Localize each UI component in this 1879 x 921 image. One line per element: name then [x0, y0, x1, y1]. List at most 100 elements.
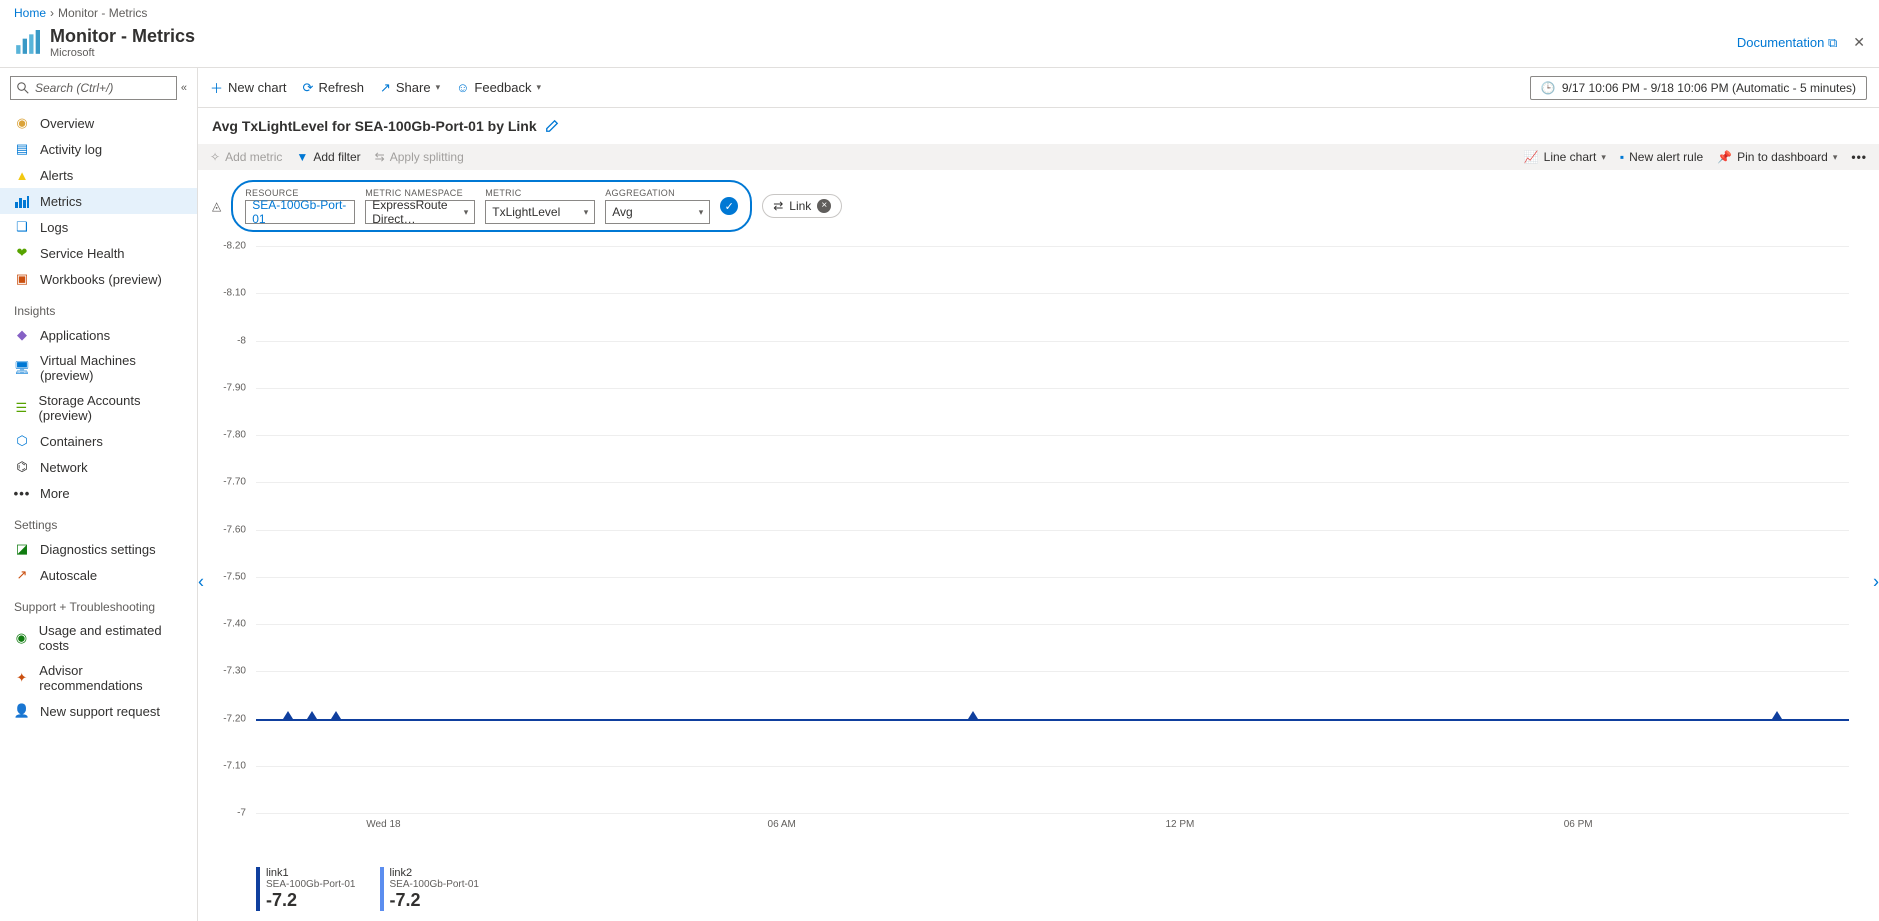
legend-item-link2[interactable]: link2 SEA-100Gb-Port-01 -7.2 [380, 867, 480, 911]
sidebar-item-new-support[interactable]: 👤New support request [0, 698, 197, 724]
search-placeholder: Search (Ctrl+/) [35, 81, 113, 95]
metric-dropdown[interactable]: TxLightLevel▾ [485, 200, 595, 224]
aggregation-label: Aggregation [605, 188, 710, 198]
advisor-icon: ✦ [14, 670, 29, 686]
y-tick-label: -8 [237, 335, 246, 346]
button-label: New chart [228, 80, 287, 95]
sidebar-item-more[interactable]: •••More [0, 480, 197, 506]
diagnostics-icon: ◪ [14, 541, 30, 557]
dropdown-value: Avg [612, 205, 632, 219]
metrics-icon [14, 193, 30, 209]
sidebar-item-label: Metrics [40, 194, 82, 209]
search-input[interactable]: Search (Ctrl+/) [10, 76, 177, 100]
sidebar-item-storage[interactable]: ☰Storage Accounts (preview) [0, 388, 197, 428]
sidebar-item-label: Workbooks (preview) [40, 272, 162, 287]
alert-icon: ▪ [1620, 150, 1624, 164]
sidebar-item-logs[interactable]: ❑Logs [0, 214, 197, 240]
breadcrumb-home[interactable]: Home [14, 6, 46, 20]
gridline [256, 293, 1849, 294]
toolbar: ＋New chart ⟳Refresh ↗Share▾ ☺Feedback▾ 🕒… [198, 68, 1879, 108]
sidebar-item-service-health[interactable]: ❤Service Health [0, 240, 197, 266]
chart-plot[interactable] [256, 246, 1849, 813]
support-request-icon: 👤 [14, 703, 30, 719]
new-alert-button[interactable]: ▪ New alert rule [1620, 150, 1703, 164]
aggregation-dropdown[interactable]: Avg ▾ [605, 200, 710, 224]
sidebar-item-vms[interactable]: 🖥Virtual Machines (preview) [0, 348, 197, 388]
feedback-button[interactable]: ☺Feedback▾ [456, 80, 541, 95]
legend-name: link2 [390, 867, 480, 879]
legend-item-link1[interactable]: link1 SEA-100Gb-Port-01 -7.2 [256, 867, 356, 911]
namespace-dropdown[interactable]: ExpressRoute Direct…▾ [365, 200, 475, 224]
share-button[interactable]: ↗Share▾ [380, 80, 440, 96]
data-marker [968, 711, 978, 719]
sidebar-item-autoscale[interactable]: ↗Autoscale [0, 562, 197, 588]
filter-pill-link[interactable]: ⇄ Link × [762, 194, 842, 218]
pin-dashboard-button[interactable]: 📌Pin to dashboard▾ [1717, 150, 1837, 164]
sidebar-item-network[interactable]: ⌬Network [0, 454, 197, 480]
sidebar-item-containers[interactable]: ⬡Containers [0, 428, 197, 454]
content-area: ＋New chart ⟳Refresh ↗ Share ▾ ☺Feedback▾ 🕒… [198, 68, 1879, 921]
time-range-label: 9/17 10:06 PM - 9/18 10:06 PM (Automatic… [1562, 81, 1856, 95]
button-label: New alert rule [1629, 150, 1703, 164]
add-filter-button[interactable]: ▼Add filter [296, 150, 360, 164]
sidebar-item-activity-log[interactable]: ▤Activity log [0, 136, 197, 162]
button-label: Share [396, 80, 431, 95]
network-icon: ⌬ [14, 459, 30, 475]
series-line [256, 719, 1849, 721]
sidebar-item-advisor[interactable]: ✦ Advisor recommendations [0, 658, 197, 698]
page-title: Monitor - Metrics [50, 26, 195, 47]
chart-next-button[interactable]: › [1869, 567, 1879, 596]
sidebar-item-label: Applications [40, 328, 110, 343]
apply-splitting-button[interactable]: ⇆Apply splitting [375, 150, 464, 164]
add-metric-button[interactable]: ✧Add metric [210, 150, 282, 164]
data-marker [283, 711, 293, 719]
overview-icon: ◉ [14, 115, 30, 131]
sidebar-item-label: Activity log [40, 142, 102, 157]
collapse-sidebar-icon[interactable]: « [181, 82, 187, 94]
share-icon: ↗ [380, 80, 391, 96]
sidebar-item-usage[interactable]: ◉Usage and estimated costs [0, 618, 197, 658]
metric-type-icon: ◬ [212, 199, 221, 213]
gridline [256, 577, 1849, 578]
chart-type-dropdown[interactable]: 📈Line chart▾ [1524, 150, 1606, 164]
sidebar-item-overview[interactable]: ◉Overview [0, 110, 197, 136]
edit-title-icon[interactable] [545, 119, 559, 133]
sidebar-item-workbooks[interactable]: ▣ Workbooks (preview) [0, 266, 197, 292]
sidebar-item-label: Logs [40, 220, 68, 235]
more-options-button[interactable]: ••• [1851, 150, 1867, 164]
data-marker [1772, 711, 1782, 719]
gridline [256, 482, 1849, 483]
close-icon[interactable]: ✕ [1853, 34, 1865, 51]
x-tick-label: 06 AM [768, 819, 796, 830]
breadcrumb-separator: › [50, 6, 54, 20]
sidebar-item-label: Advisor recommendations [39, 663, 183, 693]
new-chart-button[interactable]: ＋New chart [210, 78, 287, 97]
gridline [256, 435, 1849, 436]
pin-icon: 📌 [1717, 150, 1732, 164]
documentation-link[interactable]: Documentation ⧉ [1737, 35, 1837, 51]
time-range-picker[interactable]: 🕒 9/17 10:06 PM - 9/18 10:06 PM (Automat… [1530, 76, 1867, 100]
breadcrumb: Home › Monitor - Metrics [0, 0, 1879, 26]
chevron-down-icon: ▾ [699, 207, 704, 218]
selector-confirm-badge[interactable]: ✓ [720, 197, 738, 215]
workbooks-icon: ▣ [14, 271, 30, 287]
remove-filter-icon[interactable]: × [817, 199, 831, 213]
y-tick-label: -8.20 [223, 241, 246, 252]
chart-prev-button[interactable]: ‹ [194, 567, 208, 596]
chevron-down-icon: ▾ [1601, 152, 1606, 163]
sidebar-item-alerts[interactable]: ▲Alerts [0, 162, 197, 188]
gridline [256, 530, 1849, 531]
sidebar-section-support: Support + Troubleshooting [0, 588, 197, 618]
gridline [256, 388, 1849, 389]
sidebar-item-metrics[interactable]: Metrics [0, 188, 197, 214]
resource-label: Resource [245, 188, 355, 198]
monitor-icon [14, 30, 40, 56]
y-tick-label: -7.30 [223, 666, 246, 677]
resource-dropdown[interactable]: SEA-100Gb-Port-01 [245, 200, 355, 224]
sidebar-item-label: Containers [40, 434, 103, 449]
sidebar-item-applications[interactable]: ◆Applications [0, 322, 197, 348]
dropdown-value: SEA-100Gb-Port-01 [252, 198, 348, 226]
page-header: Monitor - Metrics Microsoft Documentatio… [0, 26, 1879, 67]
refresh-button[interactable]: ⟳Refresh [303, 80, 364, 96]
sidebar-item-diagnostics[interactable]: ◪Diagnostics settings [0, 536, 197, 562]
